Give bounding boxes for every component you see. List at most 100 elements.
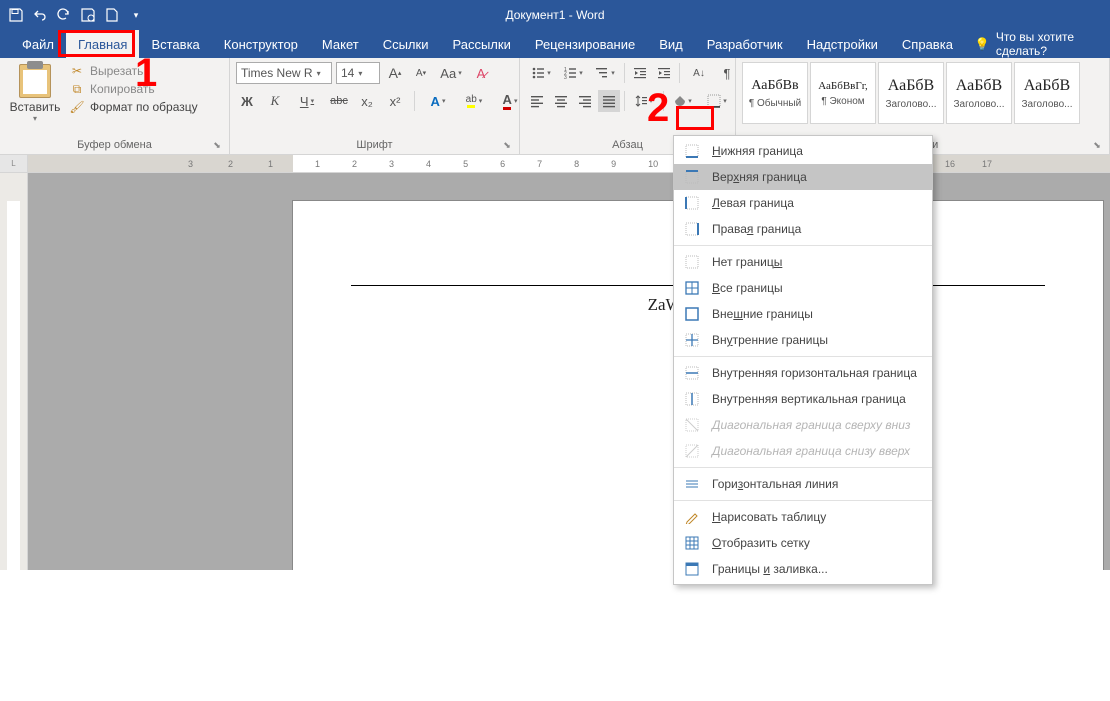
style-heading1[interactable]: АаБбВЗаголово...	[878, 62, 944, 124]
border-none-item[interactable]: Нет границы	[674, 249, 932, 275]
tab-view[interactable]: Вид	[647, 30, 695, 58]
tab-help[interactable]: Справка	[890, 30, 965, 58]
ribbon-tabs: Файл Главная Вставка Конструктор Макет С…	[0, 30, 1110, 58]
save-icon[interactable]	[6, 5, 26, 25]
bullets-button[interactable]: ▾	[526, 62, 556, 84]
svg-text:3: 3	[564, 75, 567, 80]
border-top-icon	[684, 169, 700, 185]
border-inside-icon	[684, 332, 700, 348]
border-diag-up-icon	[684, 443, 700, 459]
tab-mailings[interactable]: Рассылки	[440, 30, 522, 58]
undo-icon[interactable]	[30, 5, 50, 25]
align-center-button[interactable]	[550, 90, 572, 112]
highlight-button[interactable]: ab▾	[459, 90, 489, 112]
border-left-icon	[684, 195, 700, 211]
border-inside-item[interactable]: Внутренние границы	[674, 327, 932, 353]
tab-insert[interactable]: Вставка	[139, 30, 211, 58]
title-bar: ▾ Документ1 - Word	[0, 0, 1110, 30]
qat-customize-icon[interactable]: ▾	[126, 5, 146, 25]
increase-indent-button[interactable]	[653, 62, 675, 84]
copy-button[interactable]: ⧉ Копировать	[70, 82, 220, 96]
decrease-indent-button[interactable]	[629, 62, 651, 84]
text-effects-button[interactable]: A▾	[423, 90, 453, 112]
border-all-icon	[684, 280, 700, 296]
view-gridlines-item[interactable]: Отобразить сетку	[674, 530, 932, 556]
lightbulb-icon: 💡	[975, 37, 990, 51]
multilevel-button[interactable]: ▾	[590, 62, 620, 84]
change-case-button[interactable]: Aa▾	[436, 62, 466, 84]
subscript-button[interactable]: x₂	[356, 90, 378, 112]
border-none-icon	[684, 254, 700, 270]
font-launcher-icon[interactable]: ⬊	[501, 140, 513, 152]
border-right-item[interactable]: Правая граница	[674, 216, 932, 242]
grid-icon	[684, 535, 700, 551]
tab-file[interactable]: Файл	[10, 30, 66, 58]
format-painter-button[interactable]: 🖌 Формат по образцу	[70, 100, 220, 114]
strikethrough-button[interactable]: abc	[328, 90, 350, 112]
tab-addins[interactable]: Надстройки	[795, 30, 890, 58]
tell-me-search[interactable]: 💡 Что вы хотите сделать?	[965, 30, 1110, 58]
line-spacing-button[interactable]: ▾	[629, 90, 659, 112]
borders-dialog-icon	[684, 561, 700, 577]
tab-home[interactable]: Главная	[66, 30, 139, 58]
copy-icon: ⧉	[70, 82, 84, 96]
tab-layout[interactable]: Макет	[310, 30, 371, 58]
border-bottom-item[interactable]: ННижняя границаижняя граница	[674, 138, 932, 164]
paste-button[interactable]: Вставить ▾	[6, 62, 64, 123]
quick-access-toolbar: ▾	[6, 5, 146, 25]
tab-developer[interactable]: Разработчик	[695, 30, 795, 58]
border-outside-icon	[684, 306, 700, 322]
border-top-item[interactable]: Верхняя граница	[674, 164, 932, 190]
border-inside-v-item[interactable]: Внутренняя вертикальная граница	[674, 386, 932, 412]
vertical-ruler[interactable]	[0, 173, 28, 570]
save-as-icon[interactable]	[78, 5, 98, 25]
app-name: Word	[576, 8, 604, 22]
horizontal-ruler[interactable]: L 321 12345678910111213 14151617	[0, 155, 1110, 173]
align-left-button[interactable]	[526, 90, 548, 112]
clipboard-launcher-icon[interactable]: ⬊	[211, 140, 223, 152]
italic-button[interactable]: К	[264, 90, 286, 112]
underline-button[interactable]: Ч▾	[292, 90, 322, 112]
hline-icon	[684, 476, 700, 492]
group-font: Times New R▾ 14▾ A▴ A▾ Aa▾ A̷ Ж К Ч▾ abc…	[230, 58, 520, 154]
draw-table-item[interactable]: Нарисовать таблицу	[674, 504, 932, 530]
style-normal[interactable]: АаБбВв¶ Обычный	[742, 62, 808, 124]
font-size-combo[interactable]: 14▾	[336, 62, 380, 84]
align-right-button[interactable]	[574, 90, 596, 112]
sort-button[interactable]: A↓	[684, 62, 714, 84]
border-right-icon	[684, 221, 700, 237]
grow-font-button[interactable]: A▴	[384, 62, 406, 84]
border-bottom-icon	[684, 143, 700, 159]
show-marks-button[interactable]: ¶	[716, 62, 738, 84]
redo-icon[interactable]	[54, 5, 74, 25]
shading-button[interactable]: ▾	[668, 90, 698, 112]
style-econom[interactable]: АаБбВвГг,¶ Эконом	[810, 62, 876, 124]
tab-design[interactable]: Конструктор	[212, 30, 310, 58]
justify-button[interactable]	[598, 90, 620, 112]
horizontal-line-item[interactable]: Горизонтальная линия	[674, 471, 932, 497]
style-heading2[interactable]: АаБбВЗаголово...	[946, 62, 1012, 124]
borders-button[interactable]: ▾	[700, 90, 734, 112]
border-all-item[interactable]: Все границы	[674, 275, 932, 301]
tab-review[interactable]: Рецензирование	[523, 30, 647, 58]
new-doc-icon[interactable]	[102, 5, 122, 25]
group-clipboard: Вставить ▾ ✂ Вырезать ⧉ Копировать 🖌 Фор…	[0, 58, 230, 154]
border-inside-h-item[interactable]: Внутренняя горизонтальная граница	[674, 360, 932, 386]
tab-references[interactable]: Ссылки	[371, 30, 441, 58]
cut-button[interactable]: ✂ Вырезать	[70, 64, 220, 78]
styles-launcher-icon[interactable]: ⬊	[1091, 140, 1103, 152]
numbering-button[interactable]: 123▾	[558, 62, 588, 84]
borders-dropdown: ННижняя границаижняя граница Верхняя гра…	[673, 135, 933, 585]
style-heading3[interactable]: АаБбВЗаголово...	[1014, 62, 1080, 124]
ribbon: Вставить ▾ ✂ Вырезать ⧉ Копировать 🖌 Фор…	[0, 58, 1110, 155]
font-name-combo[interactable]: Times New R▾	[236, 62, 332, 84]
pencil-icon	[684, 509, 700, 525]
bold-button[interactable]: Ж	[236, 90, 258, 112]
border-outside-item[interactable]: Внешние границы	[674, 301, 932, 327]
borders-dialog-item[interactable]: Границы и заливка...	[674, 556, 932, 582]
border-left-item[interactable]: Левая граница	[674, 190, 932, 216]
shrink-font-button[interactable]: A▾	[410, 62, 432, 84]
border-diag-up-item: Диагональная граница снизу вверх	[674, 438, 932, 464]
clear-formatting-button[interactable]: A̷	[470, 62, 492, 84]
superscript-button[interactable]: x²	[384, 90, 406, 112]
